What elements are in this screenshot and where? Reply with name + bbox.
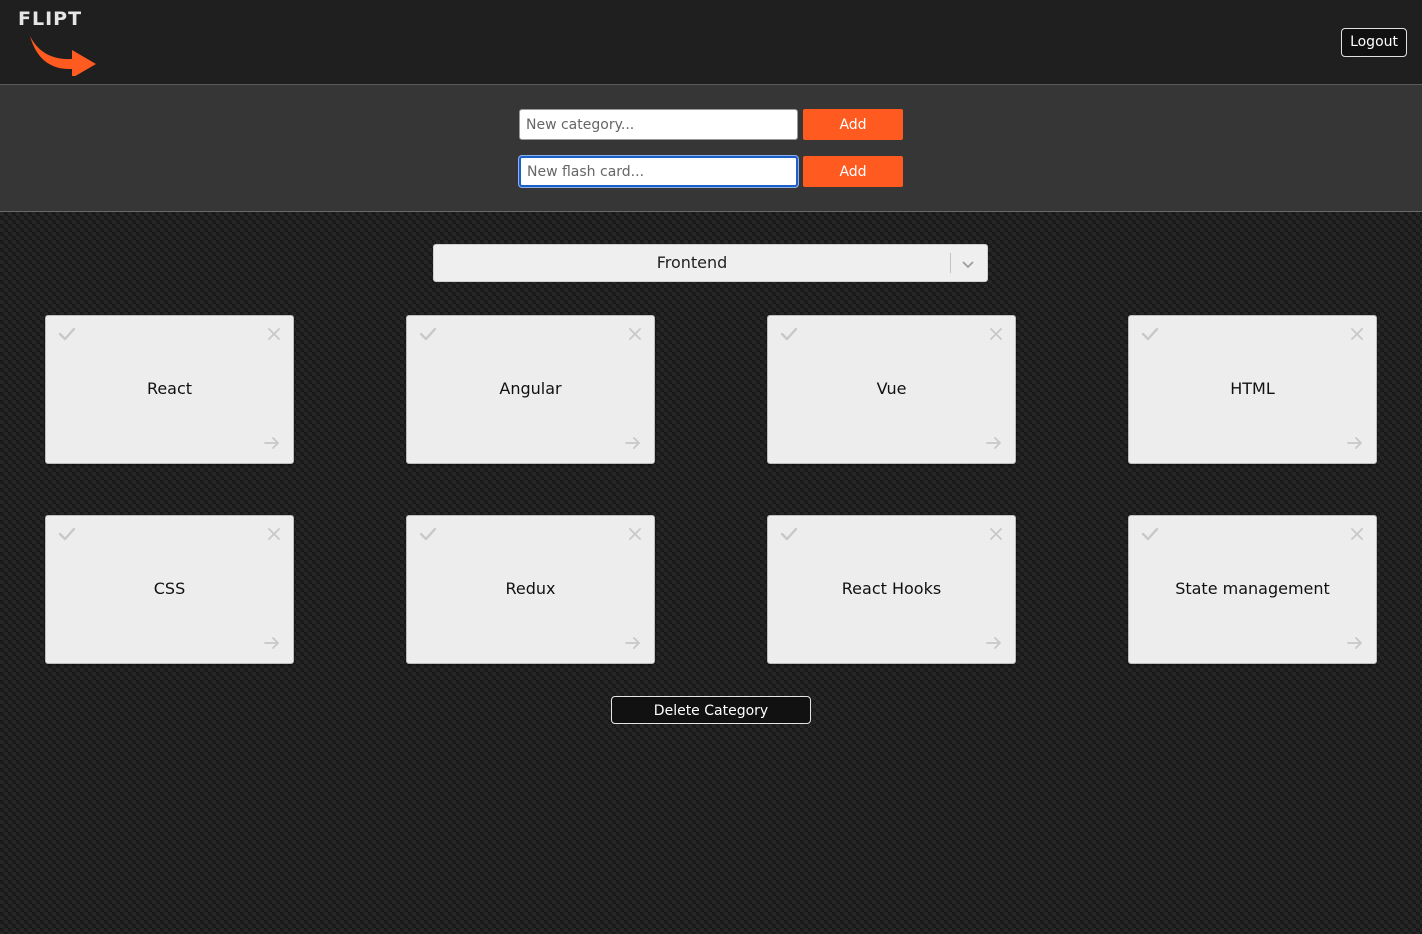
close-icon[interactable] xyxy=(629,328,641,340)
chevron-down-icon[interactable] xyxy=(960,256,976,272)
close-icon[interactable] xyxy=(268,328,280,340)
delete-category-button[interactable]: Delete Category xyxy=(611,696,811,724)
flashcard[interactable]: React Hooks xyxy=(767,515,1016,664)
flashcard-title: React Hooks xyxy=(841,579,942,598)
logo-text: FLIPT xyxy=(18,8,83,30)
flipt-logo[interactable]: FLIPT xyxy=(18,8,110,76)
flashcard-title: Angular xyxy=(499,379,562,398)
check-icon[interactable] xyxy=(419,527,437,541)
select-separator xyxy=(950,253,951,273)
new-flashcard-input[interactable] xyxy=(519,156,798,187)
add-flashcard-form: Add xyxy=(519,156,903,187)
arrow-right-icon[interactable] xyxy=(1347,636,1363,650)
flashcard-title: CSS xyxy=(153,579,186,598)
logout-button[interactable]: Logout xyxy=(1341,28,1407,57)
category-select-value: Frontend xyxy=(656,253,728,272)
flashcard-title: State management xyxy=(1175,579,1330,598)
flashcard-title: HTML xyxy=(1230,379,1275,398)
close-icon[interactable] xyxy=(268,528,280,540)
arrow-right-icon[interactable] xyxy=(986,636,1002,650)
app-header: FLIPT Logout xyxy=(0,0,1422,85)
close-icon[interactable] xyxy=(990,328,1002,340)
close-icon[interactable] xyxy=(629,528,641,540)
flashcard[interactable]: Redux xyxy=(406,515,655,664)
flashcard[interactable]: React xyxy=(45,315,294,464)
check-icon[interactable] xyxy=(58,327,76,341)
arrow-right-icon[interactable] xyxy=(625,436,641,450)
add-panel: Add Add xyxy=(0,85,1422,212)
check-icon[interactable] xyxy=(780,527,798,541)
category-select[interactable]: Frontend xyxy=(433,244,988,282)
check-icon[interactable] xyxy=(419,327,437,341)
arrow-right-icon[interactable] xyxy=(625,636,641,650)
new-category-input[interactable] xyxy=(519,109,798,140)
flashcard-title: Redux xyxy=(505,579,556,598)
flashcard-title: React xyxy=(146,379,193,398)
arrow-right-icon[interactable] xyxy=(986,436,1002,450)
check-icon[interactable] xyxy=(58,527,76,541)
add-category-button[interactable]: Add xyxy=(803,109,903,140)
check-icon[interactable] xyxy=(1141,527,1159,541)
arrow-right-icon[interactable] xyxy=(1347,436,1363,450)
flashcard[interactable]: Angular xyxy=(406,315,655,464)
close-icon[interactable] xyxy=(1351,328,1363,340)
flashcard[interactable]: Vue xyxy=(767,315,1016,464)
check-icon[interactable] xyxy=(780,327,798,341)
arrow-right-icon[interactable] xyxy=(264,436,280,450)
logo-arrow-icon xyxy=(30,36,96,76)
flashcard-title: Vue xyxy=(876,379,907,398)
flashcard[interactable]: State management xyxy=(1128,515,1377,664)
arrow-right-icon[interactable] xyxy=(264,636,280,650)
add-category-form: Add xyxy=(519,109,903,140)
add-flashcard-button[interactable]: Add xyxy=(803,156,903,187)
flashcard[interactable]: CSS xyxy=(45,515,294,664)
close-icon[interactable] xyxy=(1351,528,1363,540)
check-icon[interactable] xyxy=(1141,327,1159,341)
flashcard[interactable]: HTML xyxy=(1128,315,1377,464)
close-icon[interactable] xyxy=(990,528,1002,540)
